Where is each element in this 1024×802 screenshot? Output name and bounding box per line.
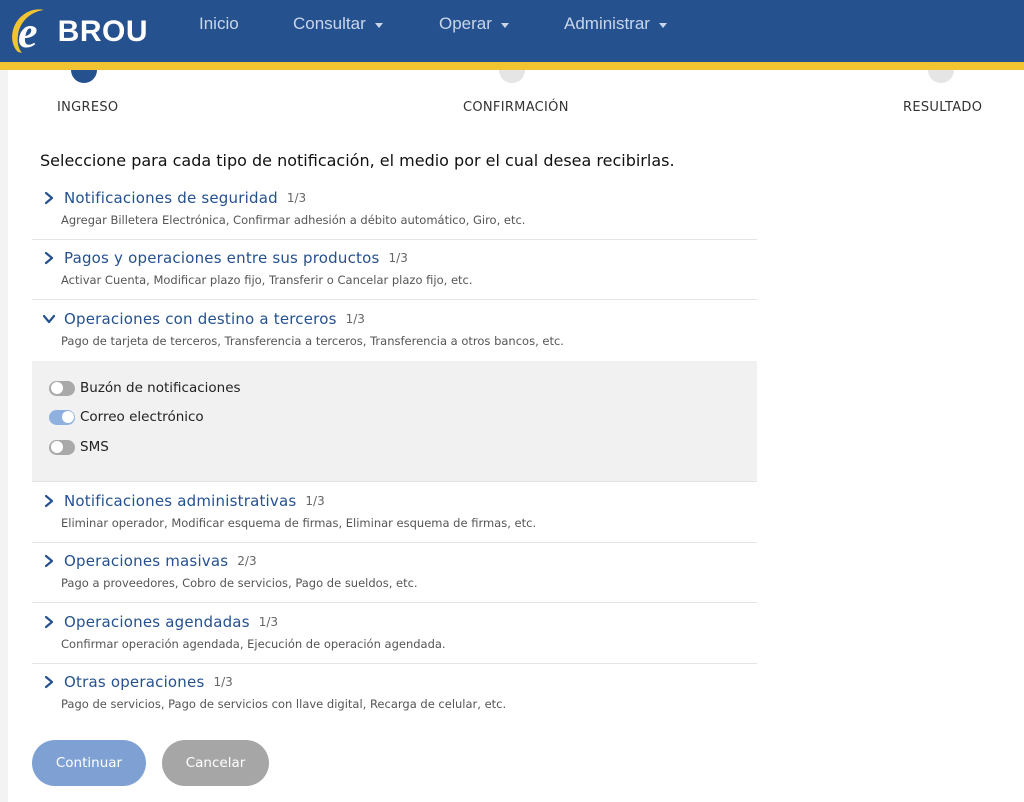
section-description: Eliminar operador, Modificar esquema de … bbox=[61, 516, 537, 530]
section-count: 1/3 bbox=[388, 251, 408, 265]
step-confirmacion-label: CONFIRMACIÓN bbox=[463, 100, 569, 115]
correo-toggle[interactable] bbox=[49, 409, 75, 425]
section-title: Operaciones con destino a terceros bbox=[64, 310, 337, 328]
channel-options-panel: Buzón de notificaciones Correo electróni… bbox=[32, 361, 757, 482]
section-notificaciones-seguridad[interactable]: Notificaciones de seguridad 1/3 Agregar … bbox=[32, 180, 757, 240]
section-count: 2/3 bbox=[237, 554, 257, 568]
section-description: Pago de tarjeta de terceros, Transferenc… bbox=[61, 334, 564, 348]
section-pagos-operaciones[interactable]: Pagos y operaciones entre sus productos … bbox=[32, 240, 757, 300]
step-resultado-label: RESULTADO bbox=[903, 100, 983, 115]
nav-inicio-label: Inicio bbox=[199, 14, 239, 33]
continue-button[interactable]: Continuar bbox=[32, 740, 146, 786]
section-title: Notificaciones administrativas bbox=[64, 492, 297, 510]
brand-name: BROU bbox=[57, 15, 148, 48]
nav-operar[interactable]: Operar bbox=[439, 14, 509, 34]
nav-consultar[interactable]: Consultar bbox=[293, 14, 383, 34]
toggle-knob bbox=[61, 411, 74, 423]
section-operaciones-agendadas[interactable]: Operaciones agendadas 1/3 Confirmar oper… bbox=[32, 603, 757, 664]
chevron-right-icon bbox=[44, 191, 54, 205]
section-otras-operaciones[interactable]: Otras operaciones 1/3 Pago de servicios,… bbox=[32, 664, 757, 724]
toggle-knob bbox=[50, 441, 63, 453]
chevron-down-icon bbox=[42, 314, 56, 324]
chevron-right-icon bbox=[44, 554, 54, 568]
channel-correo-row: Correo electrónico bbox=[49, 409, 204, 425]
section-count: 1/3 bbox=[305, 494, 325, 508]
caret-down-icon bbox=[500, 22, 509, 28]
section-operaciones-terceros[interactable]: Operaciones con destino a terceros 1/3 P… bbox=[32, 300, 757, 361]
nav-inicio[interactable]: Inicio bbox=[199, 14, 239, 34]
section-description: Agregar Billetera Electrónica, Confirmar… bbox=[61, 213, 526, 227]
nav-administrar-label: Administrar bbox=[564, 14, 650, 33]
nav-administrar[interactable]: Administrar bbox=[564, 14, 667, 34]
section-title: Operaciones masivas bbox=[64, 552, 229, 570]
channel-label: SMS bbox=[80, 439, 109, 455]
section-description: Activar Cuenta, Modificar plazo fijo, Tr… bbox=[61, 273, 473, 287]
chevron-right-icon bbox=[44, 494, 54, 508]
channel-buzon-row: Buzón de notificaciones bbox=[49, 380, 241, 396]
chevron-right-icon bbox=[44, 615, 54, 629]
channel-label: Correo electrónico bbox=[80, 409, 204, 425]
chevron-right-icon bbox=[44, 251, 54, 265]
section-count: 1/3 bbox=[258, 615, 279, 629]
caret-down-icon bbox=[374, 22, 383, 28]
section-count: 1/3 bbox=[345, 312, 365, 326]
channel-label: Buzón de notificaciones bbox=[80, 380, 241, 396]
chevron-right-icon bbox=[44, 675, 54, 689]
step-ingreso-indicator bbox=[71, 70, 97, 90]
step-ingreso-label: INGRESO bbox=[57, 100, 119, 115]
nav-consultar-label: Consultar bbox=[293, 14, 366, 33]
caret-down-icon bbox=[658, 22, 667, 28]
sms-toggle[interactable] bbox=[49, 439, 75, 455]
e-logo-icon: e bbox=[8, 5, 52, 57]
section-description: Pago a proveedores, Cobro de servicios, … bbox=[61, 576, 418, 590]
step-resultado-indicator bbox=[928, 70, 954, 90]
section-description: Pago de servicios, Pago de servicios con… bbox=[61, 697, 507, 711]
toggle-knob bbox=[50, 382, 63, 394]
step-confirmacion-indicator bbox=[499, 70, 525, 90]
top-navbar bbox=[0, 0, 1024, 62]
section-count: 1/3 bbox=[213, 675, 233, 689]
header-accent-stripe bbox=[0, 62, 1024, 70]
cancel-button[interactable]: Cancelar bbox=[162, 740, 269, 786]
section-description: Confirmar operación agendada, Ejecución … bbox=[61, 637, 446, 651]
brou-logo[interactable]: e BROU bbox=[8, 2, 148, 58]
section-operaciones-masivas[interactable]: Operaciones masivas 2/3 Pago a proveedor… bbox=[32, 543, 757, 603]
buzon-toggle[interactable] bbox=[49, 380, 75, 396]
section-title: Operaciones agendadas bbox=[64, 613, 250, 631]
channel-sms-row: SMS bbox=[49, 439, 109, 455]
page-left-edge bbox=[0, 70, 8, 802]
section-notificaciones-administrativas[interactable]: Notificaciones administrativas 1/3 Elimi… bbox=[32, 482, 757, 543]
section-title: Otras operaciones bbox=[64, 673, 205, 691]
section-title: Notificaciones de seguridad bbox=[64, 189, 278, 207]
logo-letter: e bbox=[18, 8, 38, 57]
section-count: 1/3 bbox=[286, 191, 307, 205]
nav-operar-label: Operar bbox=[439, 14, 492, 33]
section-title: Pagos y operaciones entre sus productos bbox=[64, 249, 380, 267]
page-heading: Seleccione para cada tipo de notificació… bbox=[40, 151, 675, 170]
